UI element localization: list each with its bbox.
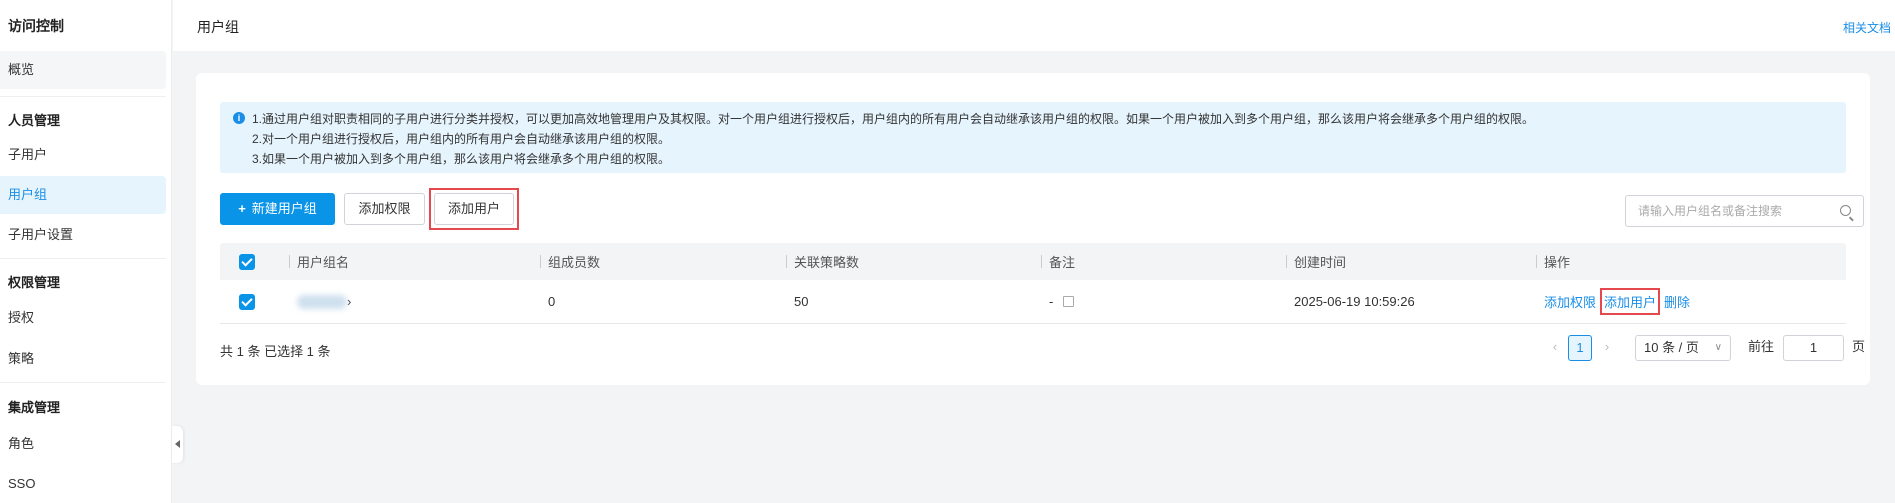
content-card: i 1.通过用户组对职责相同的子用户进行分类并授权，可以更加高效地管理用户及其权… (196, 73, 1870, 385)
sidebar-item-subusers[interactable]: 子用户 (0, 136, 166, 174)
add-user-button[interactable]: 添加用户 (434, 193, 514, 225)
redacted-name (297, 294, 347, 309)
info-banner: i 1.通过用户组对职责相同的子用户进行分类并授权，可以更加高效地管理用户及其权… (220, 102, 1846, 173)
divider (0, 96, 166, 97)
search-placeholder: 请输入用户组名或备注搜索 (1638, 204, 1783, 218)
row-add-user-link[interactable]: 添加用户 (1600, 288, 1661, 315)
info-line: 2.对一个用户组进行授权后，用户组内的所有用户会自动继承该用户组的权限。 (252, 132, 671, 146)
table-row: › 0 50 - 2025-06-19 10:59:26 添加权限 添加用户 删… (220, 280, 1846, 324)
row-delete-link[interactable]: 删除 (1664, 292, 1690, 311)
info-line: 3.如果一个用户被加入到多个用户组，那么该用户将会继承多个用户组的权限。 (252, 152, 671, 166)
policy-count: 50 (794, 294, 809, 309)
page-1-button[interactable]: 1 (1568, 335, 1592, 361)
remark: - (1049, 294, 1054, 309)
select-all-checkbox[interactable] (239, 253, 255, 270)
page-title: 用户组 (197, 19, 239, 35)
page-unit-label: 页 (1852, 339, 1866, 354)
search-input[interactable]: 请输入用户组名或备注搜索 (1625, 195, 1864, 227)
new-group-label: 新建用户组 (251, 201, 317, 216)
selection-summary: 共 1 条 已选择 1 条 (220, 344, 331, 359)
next-page-button[interactable]: › (1600, 335, 1614, 361)
member-count: 0 (548, 294, 556, 309)
sidebar-item-overview[interactable]: 概览 (0, 51, 166, 89)
sidebar-item-sso[interactable]: SSO (0, 465, 166, 503)
add-permission-button[interactable]: 添加权限 (344, 193, 425, 225)
page-size-value: 10 条 / 页 (1644, 340, 1699, 355)
divider (0, 258, 166, 259)
sidebar-item-policies[interactable]: 策略 (0, 340, 166, 378)
sidebar-item-subuser-settings[interactable]: 子用户设置 (0, 216, 166, 254)
edit-icon[interactable] (1063, 296, 1075, 307)
sidebar-group-integration: 集成管理 (8, 400, 61, 415)
info-line: 1.通过用户组对职责相同的子用户进行分类并授权，可以更加高效地管理用户及其权限。… (252, 112, 1535, 126)
column-header: 关联策略数 (785, 243, 859, 280)
sidebar-title: 访问控制 (8, 18, 64, 34)
chevron-down-icon: ∨ (1714, 342, 1722, 353)
sidebar-item-authorization[interactable]: 授权 (0, 299, 166, 337)
row-checkbox[interactable] (239, 293, 255, 310)
docs-link[interactable]: 相关文档 (1843, 19, 1891, 36)
group-name-link[interactable]: › (297, 280, 351, 323)
column-header: 创建时间 (1285, 243, 1346, 280)
column-header: 用户组名 (288, 243, 349, 280)
goto-page-input[interactable]: 1 (1783, 335, 1844, 361)
name-suffix: › (347, 294, 352, 309)
column-header: 操作 (1535, 243, 1570, 280)
collapse-sidebar-handle[interactable] (172, 426, 183, 463)
goto-label: 前往 (1748, 339, 1775, 354)
new-group-button[interactable]: + 新建用户组 (220, 193, 335, 225)
divider (0, 382, 166, 383)
prev-page-button[interactable]: ‹ (1548, 335, 1562, 361)
info-icon: i (233, 112, 245, 124)
row-add-permission-link[interactable]: 添加权限 (1544, 292, 1596, 311)
plus-icon: + (238, 201, 246, 216)
sidebar-group-people: 人员管理 (8, 113, 61, 128)
sidebar: 访问控制 概览 人员管理 子用户 用户组 子用户设置 权限管理 授权 策略 集成… (0, 0, 172, 503)
sidebar-group-permissions: 权限管理 (8, 275, 61, 290)
column-header: 备注 (1040, 243, 1075, 280)
sidebar-item-user-groups[interactable]: 用户组 (0, 176, 166, 214)
page-size-select[interactable]: 10 条 / 页 ∨ (1635, 335, 1731, 361)
table-header: 用户组名 组成员数 关联策略数 备注 创建时间 操作 (220, 243, 1846, 280)
search-icon[interactable] (1840, 205, 1851, 216)
sidebar-item-roles[interactable]: 角色 (0, 425, 166, 463)
created-time: 2025-06-19 10:59:26 (1294, 294, 1415, 309)
column-header: 组成员数 (539, 243, 600, 280)
header: 用户组 相关文档 (173, 0, 1895, 51)
